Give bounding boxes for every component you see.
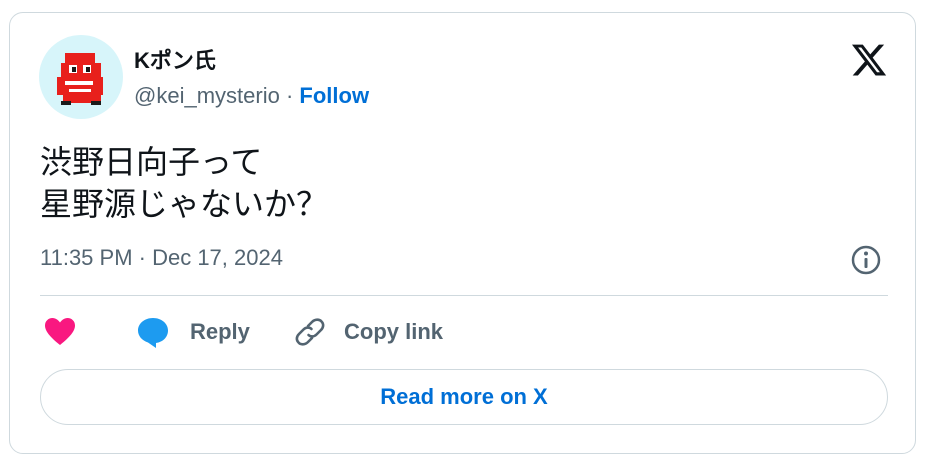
read-more-button[interactable]: Read more on X [40,369,888,425]
separator-dot: · [285,83,300,108]
avatar[interactable] [39,35,123,119]
reply-label: Reply [190,319,250,344]
tweet-card: Kポン氏 @kei_mysterio · Follow 渋野日向子って 星野源じ… [9,12,916,454]
info-icon[interactable] [850,244,882,276]
like-button[interactable] [44,313,76,351]
tweet-line-2: 星野源じゃないか？ [40,186,329,222]
tweet-line-1: 渋野日向子って [40,144,263,180]
author-name[interactable]: Kポン氏 [134,43,216,75]
heart-icon [45,318,75,345]
reply-bubble-icon [138,318,168,348]
follow-button[interactable]: Follow [299,83,369,108]
x-logo-icon[interactable] [850,41,888,79]
divider [40,295,888,296]
author-handle[interactable]: @kei_mysterio [134,83,280,108]
reply-button[interactable]: Reply [136,313,250,351]
tweet-text: 渋野日向子って 星野源じゃないか？ [40,141,328,225]
timestamp[interactable]: 11:35 PM · Dec 17, 2024 [40,245,283,271]
handle-row: @kei_mysterio · Follow [134,83,369,109]
read-more-label: Read more on X [380,384,548,409]
link-icon [295,318,325,346]
copy-link-button[interactable]: Copy link [294,313,443,351]
copy-link-label: Copy link [344,319,444,344]
